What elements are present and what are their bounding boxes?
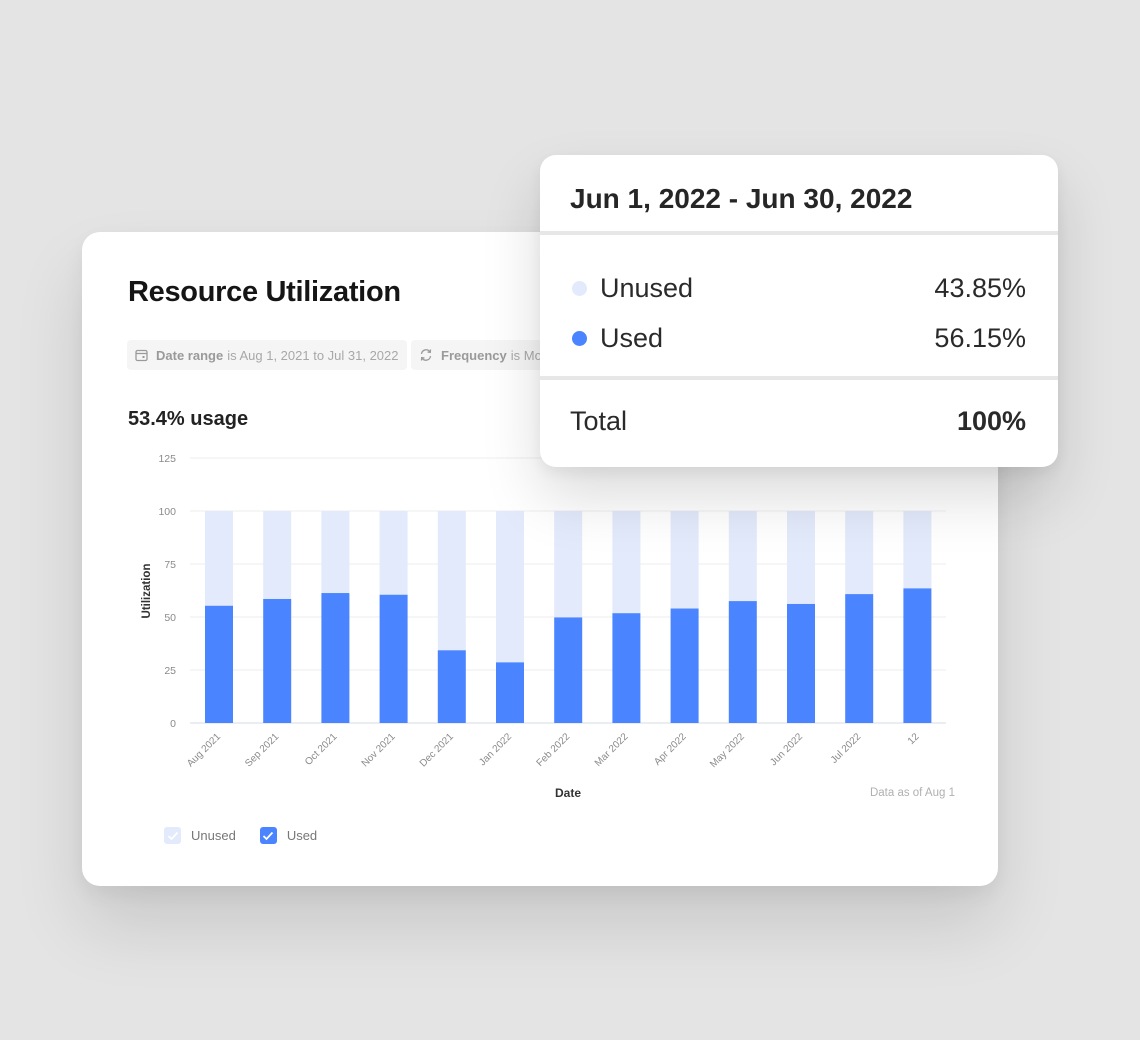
bar-unused	[321, 511, 350, 594]
x-tick-label: 12	[906, 731, 922, 747]
bar-used	[437, 650, 466, 723]
tooltip-label-used: Used	[600, 322, 664, 353]
tooltip-value-unused: 43.85%	[934, 272, 1026, 303]
tooltip-row-unused: Unused 43.85%	[572, 263, 1026, 313]
chart-legend: Unused Used	[164, 827, 341, 844]
unused-dot-icon	[572, 280, 587, 296]
y-tick-label: 50	[164, 612, 176, 624]
legend-item-used[interactable]: Used	[259, 827, 318, 844]
bar-unused	[205, 511, 233, 606]
legend-label-unused: Unused	[191, 828, 236, 843]
check-icon	[263, 831, 274, 840]
bar-used	[612, 613, 641, 723]
bar-unused	[670, 511, 699, 609]
checkbox-used[interactable]	[259, 827, 277, 844]
tooltip-value-used: 56.15%	[934, 322, 1026, 353]
bar-unused	[787, 511, 815, 604]
x-tick-label: Feb 2022	[535, 731, 573, 769]
y-tick-label: 100	[158, 506, 176, 518]
bar-used	[205, 605, 233, 723]
bar-used	[263, 598, 292, 723]
checkbox-unused[interactable]	[164, 827, 181, 844]
x-tick-label: Apr 2022	[652, 731, 689, 768]
legend-label-used: Used	[286, 828, 318, 843]
x-tick-label: Oct 2021	[303, 731, 340, 768]
x-tick-label: Jun 2022	[768, 731, 805, 768]
tooltip-total-label: Total	[570, 406, 628, 436]
bar-used	[903, 588, 932, 723]
x-tick-label: Aug 2021	[185, 731, 223, 769]
bar-used	[670, 608, 699, 723]
tooltip-label-unused: Unused	[600, 272, 694, 303]
chart-tooltip: Jun 1, 2022 - Jun 30, 2022 Unused 43.85%…	[540, 155, 1058, 467]
x-tick-label: Jan 2022	[477, 731, 514, 768]
bar-unused	[728, 511, 757, 602]
tooltip-total-row: Total 100%	[540, 380, 1058, 463]
bar-unused	[496, 511, 524, 663]
x-tick-label: Mar 2022	[593, 731, 631, 769]
tooltip-body: Unused 43.85% Used 56.15%	[540, 235, 1058, 380]
bar-used	[321, 593, 350, 723]
bar-unused	[903, 511, 932, 589]
legend-item-unused[interactable]: Unused	[164, 827, 236, 844]
bar-used	[554, 617, 583, 723]
x-axis-label: Date	[555, 786, 581, 800]
bar-unused	[612, 511, 641, 614]
bar-unused	[437, 511, 466, 651]
y-tick-label: 25	[164, 665, 176, 677]
y-tick-label: 75	[164, 559, 176, 571]
data-as-of-note: Data as of Aug 1	[869, 787, 955, 799]
bar-used	[728, 601, 757, 723]
x-tick-label: Jul 2022	[829, 731, 864, 766]
bar-unused	[554, 511, 583, 618]
y-tick-label: 125	[158, 453, 176, 465]
bar-unused	[263, 511, 292, 599]
used-dot-icon	[572, 330, 587, 346]
y-tick-label: 0	[170, 718, 176, 730]
bar-used	[787, 603, 815, 723]
x-tick-label: Dec 2021	[418, 731, 456, 769]
tooltip-row-used: Used 56.15%	[572, 313, 1026, 363]
check-icon	[167, 831, 178, 840]
bar-unused	[845, 511, 874, 595]
bar-used	[496, 662, 524, 723]
x-tick-label: Sep 2021	[243, 731, 281, 769]
x-tick-label: May 2022	[708, 731, 747, 770]
bar-used	[379, 594, 408, 723]
bar-used	[845, 594, 874, 723]
tooltip-total-value: 100%	[956, 406, 1026, 436]
y-axis-label: Utilization	[141, 564, 153, 619]
x-tick-label: Nov 2021	[360, 731, 398, 769]
tooltip-period: Jun 1, 2022 - Jun 30, 2022	[540, 155, 1058, 235]
bar-unused	[379, 511, 408, 595]
